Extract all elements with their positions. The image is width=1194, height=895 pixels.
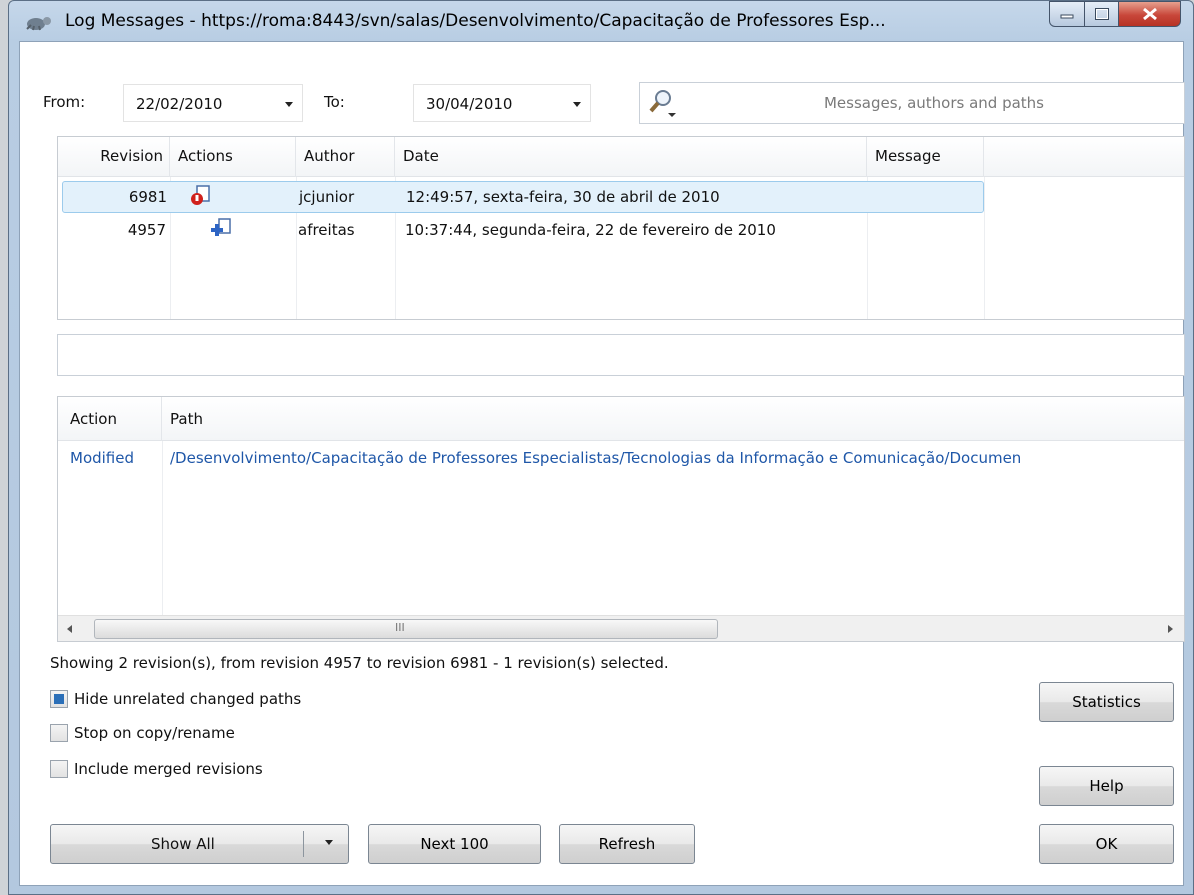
scrollbar-thumb[interactable]: III — [94, 619, 718, 639]
column-date[interactable]: Date — [395, 137, 867, 177]
caption-buttons — [1049, 1, 1181, 27]
include-merged-checkbox[interactable]: Include merged revisions — [50, 760, 263, 778]
help-button[interactable]: Help — [1039, 766, 1174, 806]
revision-list[interactable]: Revision Actions Author Date Message 698… — [57, 136, 1185, 320]
stop-on-copy-label: Stop on copy/rename — [74, 724, 235, 742]
scrollbar-grip: III — [395, 621, 405, 634]
revision-date: 12:49:57, sexta-feira, 30 de abril de 20… — [406, 188, 720, 206]
ok-button[interactable]: OK — [1039, 824, 1174, 864]
from-date-picker[interactable]: 22/02/2010 — [123, 84, 303, 122]
revision-row[interactable]: 6981 jcjunior 12:49:57, sexta-feira, 30 … — [62, 181, 984, 213]
column-revision[interactable]: Revision — [58, 137, 170, 177]
minimize-icon — [1060, 14, 1074, 19]
search-input[interactable]: Messages, authors and paths — [639, 82, 1185, 124]
column-actions[interactable]: Actions — [170, 137, 296, 177]
revision-number: 4957 — [127, 221, 166, 239]
horizontal-scrollbar[interactable]: III — [58, 615, 1184, 641]
revision-list-header: Revision Actions Author Date Message — [58, 137, 1184, 177]
scroll-right-icon[interactable] — [1166, 624, 1174, 634]
hide-unrelated-checkbox[interactable]: Hide unrelated changed paths — [50, 690, 301, 708]
modified-deleted-icon — [191, 185, 210, 205]
log-messages-window: Log Messages - https://roma:8443/svn/sal… — [8, 0, 1194, 895]
search-placeholder: Messages, authors and paths — [823, 94, 1044, 112]
statistics-button[interactable]: Statistics — [1039, 682, 1174, 722]
to-date-picker[interactable]: 30/04/2010 — [413, 84, 591, 122]
column-path[interactable]: Path — [162, 397, 1184, 441]
maximize-button[interactable] — [1085, 1, 1119, 27]
refresh-button[interactable]: Refresh — [559, 824, 695, 864]
checkbox-checked — [50, 690, 68, 708]
title-bar[interactable]: Log Messages - https://roma:8443/svn/sal… — [9, 1, 1193, 41]
changed-paths-header: Action Path — [58, 397, 1184, 441]
chevron-down-icon — [285, 102, 293, 107]
to-label: To: — [324, 93, 345, 111]
added-icon — [211, 218, 231, 236]
from-date-value: 22/02/2010 — [136, 95, 223, 113]
show-all-button[interactable]: Show All — [50, 824, 349, 864]
include-merged-label: Include merged revisions — [74, 760, 263, 778]
tortoise-app-icon — [26, 17, 51, 31]
checkbox-unchecked — [50, 724, 68, 742]
maximize-icon — [1094, 8, 1109, 20]
to-date-value: 30/04/2010 — [426, 95, 513, 113]
from-label: From: — [43, 93, 86, 111]
chevron-down-icon[interactable] — [324, 837, 334, 847]
chevron-down-icon — [573, 102, 581, 107]
checkbox-unchecked — [50, 760, 68, 778]
minimize-button[interactable] — [1049, 1, 1085, 27]
dialog-client-area: From: 22/02/2010 To: 30/04/2010 Messages… — [19, 41, 1185, 886]
column-message[interactable]: Message — [867, 137, 984, 177]
status-text: Showing 2 revision(s), from revision 495… — [50, 654, 669, 672]
column-author[interactable]: Author — [296, 137, 395, 177]
path-value: /Desenvolvimento/Capacitação de Professo… — [170, 449, 1022, 467]
column-action[interactable]: Action — [58, 397, 162, 441]
next-100-button[interactable]: Next 100 — [368, 824, 541, 864]
revision-author: afreitas — [298, 221, 355, 239]
show-all-label: Show All — [151, 835, 215, 853]
log-message-box[interactable] — [57, 334, 1185, 376]
column-divider — [984, 177, 985, 319]
scroll-left-icon[interactable] — [66, 624, 74, 634]
revision-date: 10:37:44, segunda-feira, 22 de fevereiro… — [405, 221, 776, 239]
close-button[interactable] — [1119, 1, 1181, 27]
revision-author: jcjunior — [299, 188, 355, 206]
close-icon — [1142, 7, 1157, 21]
hide-unrelated-label: Hide unrelated changed paths — [74, 690, 302, 708]
path-action: Modified — [70, 449, 135, 467]
column-divider — [162, 441, 163, 615]
revision-number: 6981 — [128, 188, 167, 206]
revision-row[interactable]: 4957 afreitas 10:37:44, segunda-feira, 2… — [62, 215, 984, 247]
window-title: Log Messages - https://roma:8443/svn/sal… — [65, 11, 886, 31]
changed-paths-list[interactable]: Action Path Modified /Desenvolvimento/Ca… — [57, 396, 1185, 642]
stop-on-copy-checkbox[interactable]: Stop on copy/rename — [50, 724, 235, 742]
search-icon — [649, 90, 676, 117]
split-divider — [303, 831, 304, 857]
